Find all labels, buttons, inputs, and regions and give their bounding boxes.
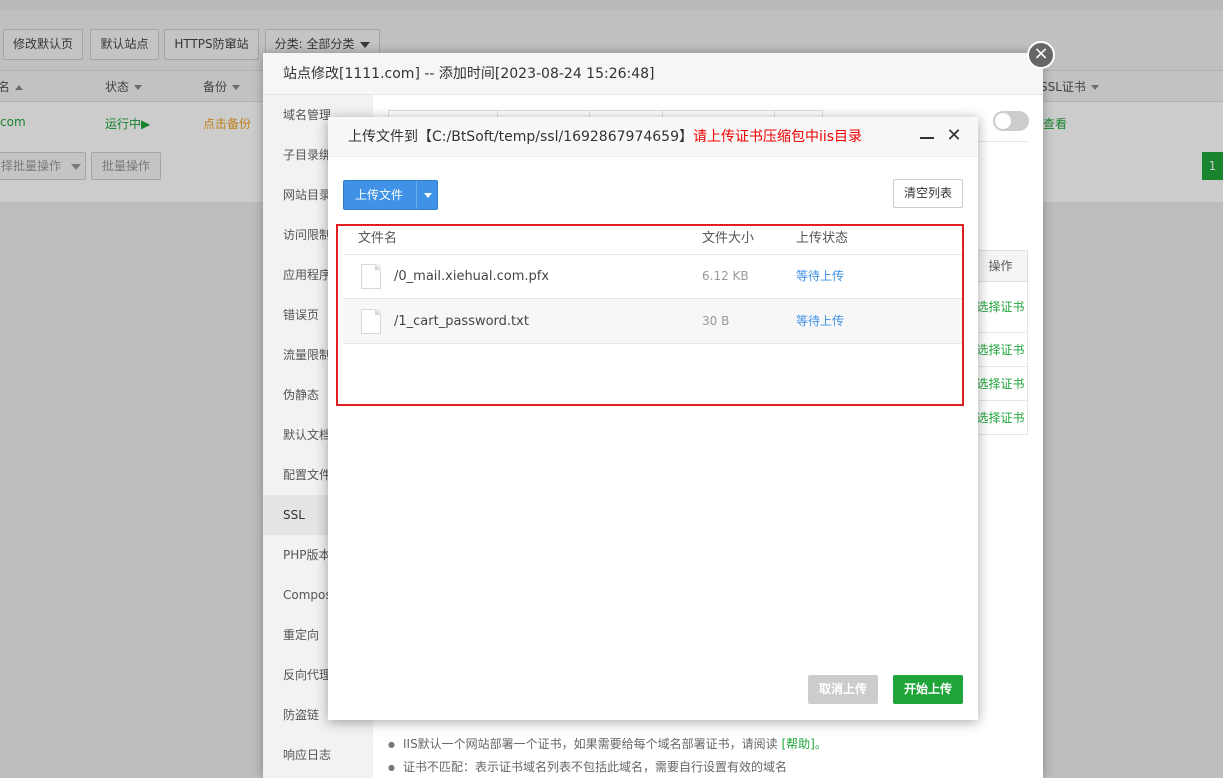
upload-dialog-title: 上传文件到【C:/BtSoft/temp/ssl/1692867974659】请… xyxy=(328,117,978,157)
upload-target-path: 上传文件到【C:/BtSoft/temp/ssl/1692867974659】 xyxy=(348,129,693,145)
start-upload-button[interactable]: 开始上传 xyxy=(893,675,963,704)
file-list-highlight xyxy=(336,224,964,406)
menu-item-response-log[interactable]: 响应日志 xyxy=(263,735,373,775)
select-certificate-link[interactable]: 选择证书 xyxy=(973,282,1028,333)
chevron-down-icon[interactable] xyxy=(417,181,438,209)
select-certificate-link[interactable]: 选择证书 xyxy=(973,401,1028,435)
close-icon[interactable]: × xyxy=(1027,41,1055,69)
select-certificate-link[interactable]: 选择证书 xyxy=(973,367,1028,401)
ssl-tip-mismatch: 证书不匹配：表示证书域名列表不包括此域名，需要自行设置有效的域名 xyxy=(388,758,787,775)
upload-warning-text: 请上传证书压缩包中iis目录 xyxy=(692,129,863,145)
upload-file-label: 上传文件 xyxy=(354,188,403,202)
close-icon[interactable]: ✕ xyxy=(944,126,964,146)
upload-file-button[interactable]: 上传文件 xyxy=(343,180,438,210)
upload-file-dialog: 上传文件到【C:/BtSoft/temp/ssl/1692867974659】请… xyxy=(328,117,978,720)
help-link[interactable]: [帮助]。 xyxy=(782,737,827,751)
force-https-toggle[interactable] xyxy=(993,111,1029,131)
site-edit-modal-title: 站点修改[1111.com] -- 添加时间[2023-08-24 15:26:… xyxy=(263,53,1043,95)
ssl-operation-header: 操作 xyxy=(973,250,1028,282)
select-certificate-link[interactable]: 选择证书 xyxy=(973,333,1028,367)
clear-list-button[interactable]: 清空列表 xyxy=(893,179,963,208)
minimize-icon[interactable] xyxy=(920,137,934,139)
ssl-tip-iis: IIS默认一个网站部署一个证书，如果需要给每个域名部署证书，请阅读 [帮助]。 xyxy=(388,735,827,752)
cancel-upload-button[interactable]: 取消上传 xyxy=(808,675,878,704)
